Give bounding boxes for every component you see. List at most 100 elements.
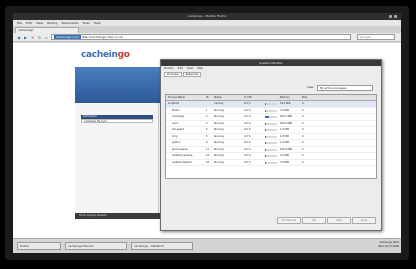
taskbar-clock: cacheingo Nets Wed Oct 8 2008 [361, 241, 399, 249]
process-table: Process Name ID Status % CPU Memory Nice… [165, 94, 377, 179]
process-nice: 0 [302, 141, 304, 144]
process-cpu: 2.0 % [244, 115, 251, 118]
process-id: 16 [206, 160, 210, 164]
process-memory: 204.3 MiB [280, 115, 292, 118]
process-id: 5 [206, 134, 208, 138]
process-status: Running [214, 147, 224, 151]
process-status: Running [214, 108, 224, 112]
process-cpu: 0.0 % [244, 160, 251, 164]
tab-resources[interactable]: Resources [182, 72, 202, 77]
process-nice: 0 [302, 154, 304, 157]
process-id: 11 [206, 147, 210, 151]
url-bar[interactable]: cacheingo.com http://cacheingo.mbo.co.uk [51, 34, 351, 40]
process-nice: 0 [302, 115, 304, 118]
view-select[interactable]: My active processes [317, 85, 373, 91]
process-name: rsync [172, 121, 179, 125]
url-host: cacheingo.com [54, 35, 81, 39]
process-id: 3 [206, 121, 208, 125]
process-nice: 0 [302, 128, 304, 131]
window-titlebar: cacheingo - Mozilla Firefox [13, 13, 401, 20]
taskbar: Firefox cacheingo Monitor cacheingo - Mo… [13, 238, 401, 253]
cpu-usage-bar [265, 116, 277, 118]
process-id: 14 [206, 154, 210, 157]
forward-icon[interactable]: ▶ [23, 35, 28, 40]
close-button[interactable]: Close [352, 217, 376, 224]
process-status: Running [214, 160, 224, 164]
process-name: Xorg [172, 134, 178, 138]
back-icon[interactable]: ◀ [16, 35, 21, 40]
dialog-menu-edit[interactable]: Edit [178, 66, 183, 71]
tab-processes[interactable]: Processes [164, 72, 182, 77]
cpu-usage-bar [265, 148, 277, 151]
browser-tabbar: cacheingo [13, 26, 401, 33]
home-icon[interactable]: ⌂ [44, 35, 49, 40]
clock-line2: Wed Oct 8 2008 [378, 245, 399, 248]
window-title: cacheingo - Mozilla Firefox [187, 14, 227, 18]
process-nice: 0 [302, 160, 304, 164]
monitor-bezel: cacheingo - Mozilla Firefox File Edit Vi… [5, 6, 409, 260]
search-input[interactable]: Google [357, 34, 395, 40]
process-name: nautilus-daemon [172, 160, 193, 164]
process-status: Running [214, 134, 224, 138]
process-memory: 154.8 MiB [280, 147, 292, 151]
process-name: firefox [172, 108, 180, 112]
kill-button[interactable]: Kill [302, 217, 326, 224]
process-status: Running [214, 121, 224, 125]
dialog-menu-monitor[interactable]: Monitor [164, 66, 174, 71]
process-memory: 54.4 MiB [280, 102, 291, 105]
process-status: running [214, 102, 224, 105]
site-logo[interactable]: cacheingo [81, 50, 130, 60]
view-label: View: [307, 86, 314, 89]
process-memory: 1.0 MiB [280, 154, 289, 157]
process-status: Running [214, 141, 224, 144]
left-panel: Self-hosted cacheingo ftp rsync [75, 103, 159, 213]
process-memory: 1.0 MiB [280, 128, 289, 131]
process-name: ssh-agent [172, 128, 184, 131]
process-status: Running [214, 154, 224, 157]
process-cpu: 0.0 % [244, 141, 251, 144]
dialog-menubar: Monitor Edit View Help [161, 66, 381, 71]
end-process-button[interactable]: End Process [277, 217, 301, 224]
dialog-button-row: End Process Kill Help Close [165, 216, 377, 226]
minimize-icon[interactable] [389, 15, 392, 18]
process-nice: 0 [302, 134, 304, 138]
table-row[interactable]: nautilus-daemon 16 Running 0.0 % 7.2 MiB 0 [166, 160, 376, 166]
process-cpu: 0.0 % [244, 147, 251, 151]
process-cpu: 0.0 % [244, 102, 251, 105]
process-id: 2 [206, 115, 208, 118]
logo-accent: go [117, 50, 130, 60]
cpu-usage-bar [265, 135, 277, 138]
stop-icon[interactable]: ✕ [30, 35, 35, 40]
process-nice: 0 [302, 121, 304, 125]
cpu-usage-bar [265, 129, 277, 131]
cpu-usage-bar [265, 142, 277, 144]
reload-icon[interactable]: ↻ [37, 35, 42, 40]
process-cpu: 0.0 % [244, 134, 251, 138]
process-status: Running [214, 128, 224, 131]
process-name: cacheingo [172, 115, 185, 118]
cpu-usage-bar [265, 109, 277, 112]
taskbar-item-firefox[interactable]: Firefox [17, 242, 61, 250]
cpu-usage-bar [265, 155, 277, 157]
navigation-toolbar: ◀ ▶ ✕ ↻ ⌂ cacheingo.com http://cacheingo… [13, 33, 401, 42]
left-panel-row[interactable]: cacheingo ftp rsync [81, 119, 153, 123]
process-id: 4 [206, 128, 208, 131]
process-nice: 0 [302, 108, 304, 112]
process-cpu: 0.0 % [244, 121, 251, 125]
dialog-menu-view[interactable]: View [187, 66, 193, 71]
process-nice: 0 [302, 147, 304, 151]
url-text: http://cacheingo.mbo.co.uk [81, 35, 123, 39]
process-memory: 1.0 MiB [280, 134, 289, 138]
table-body: localhost running 0.0 % 54.4 MiB 0 firefox 1 Ru… [166, 101, 376, 166]
help-button[interactable]: Help [327, 217, 351, 224]
close-icon[interactable] [394, 15, 397, 18]
process-id: 1 [206, 108, 208, 112]
process-id: 6 [206, 141, 208, 144]
process-cpu: 0.0 % [244, 108, 251, 112]
process-cpu: 0.0 % [244, 128, 251, 131]
system-monitor-window: System Monitor Monitor Edit View Help Pr… [160, 59, 382, 231]
process-name: gnome-panel [172, 147, 188, 151]
taskbar-item-monitor[interactable]: cacheingo Monitor [65, 242, 127, 250]
taskbar-item-browser[interactable]: cacheingo - Mozilla Fi [131, 242, 193, 250]
dialog-menu-help[interactable]: Help [197, 66, 203, 71]
